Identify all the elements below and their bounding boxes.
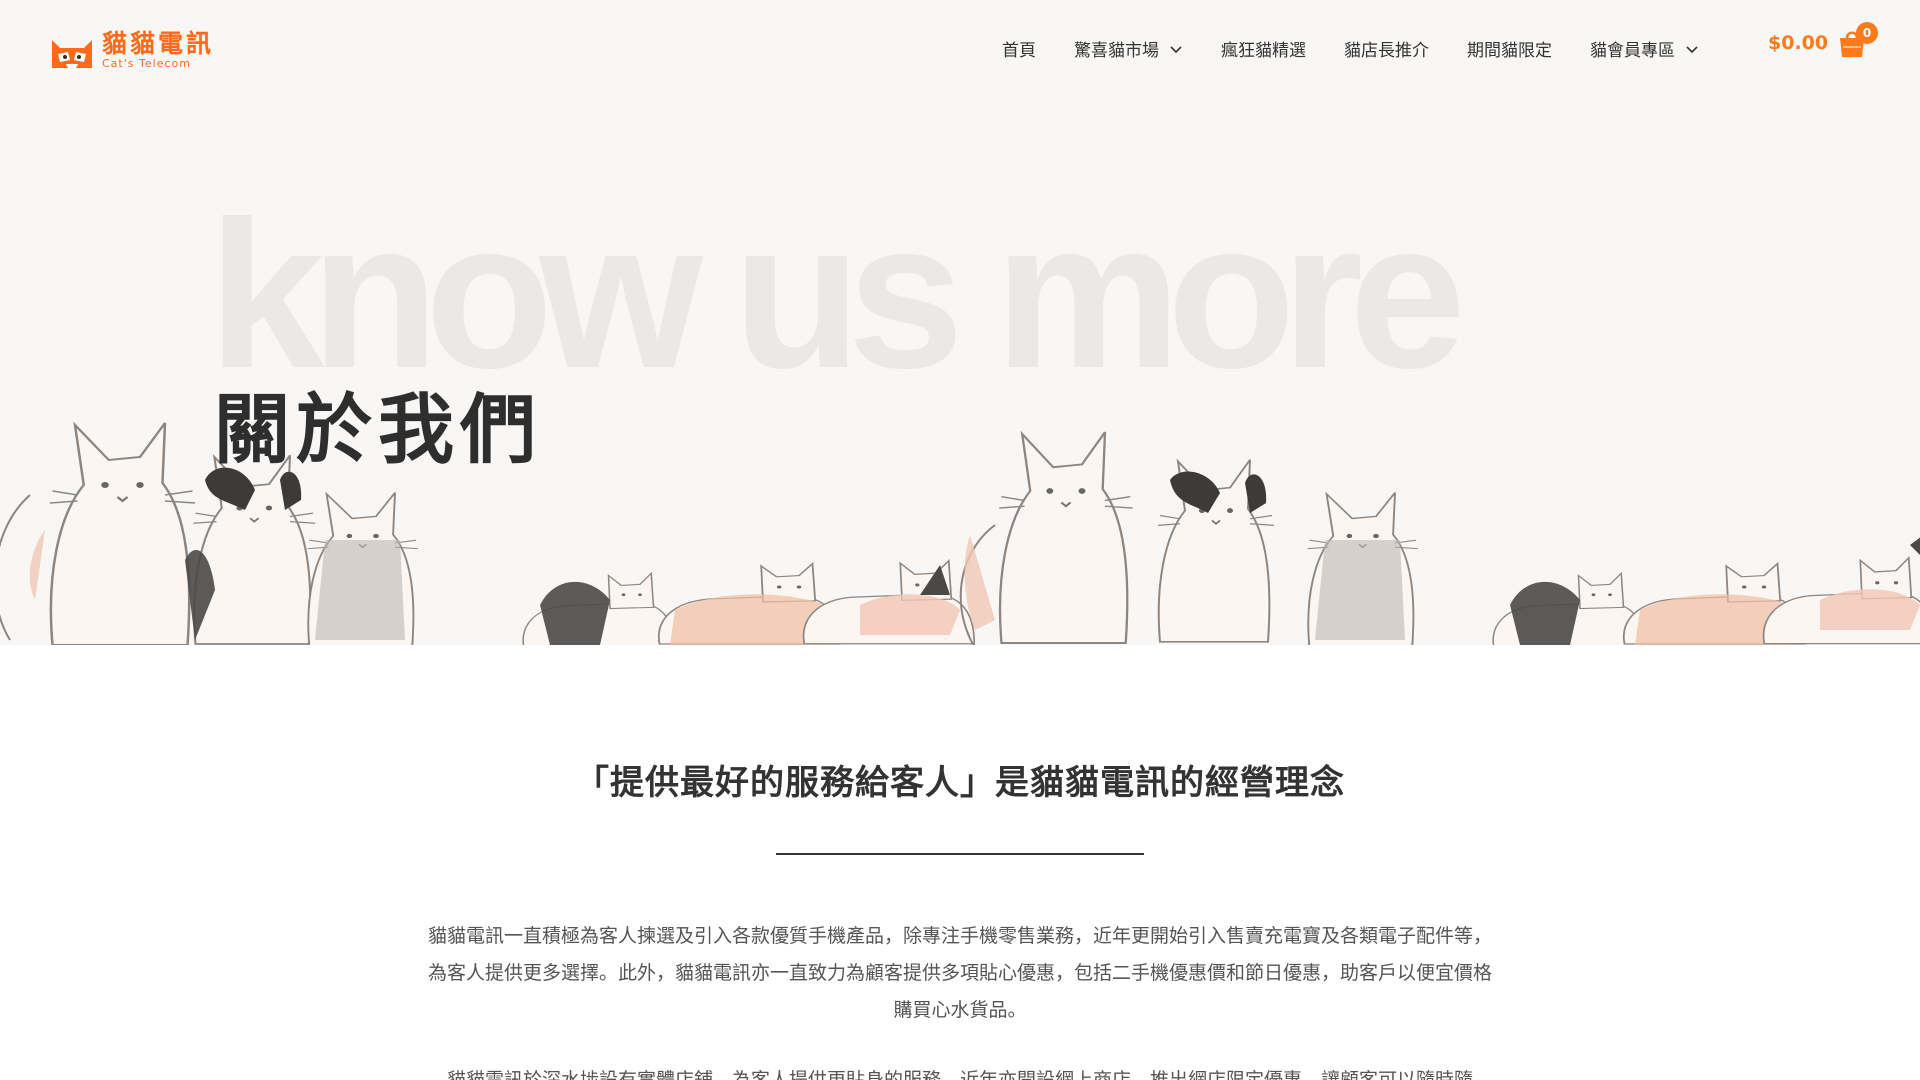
nav-item-manager-recommend[interactable]: 貓店長推介 [1344, 36, 1429, 61]
nav-item-home[interactable]: 首頁 [1002, 36, 1036, 61]
cat-logo-icon [52, 40, 92, 68]
nav-item-label: 驚喜貓市場 [1074, 41, 1159, 61]
mission-heading: 「提供最好的服務給客人」是貓貓電訊的經營理念 [575, 763, 1345, 803]
about-paragraph: 貓貓電訊一直積極為客人揀選及引入各款優質手機產品，除專注手機零售業務，近年更開始… [427, 925, 1492, 1021]
main-navigation: 首頁 驚喜貓市場 瘋狂貓精選 貓店長推介 期間貓限定 貓會員專區 [1002, 36, 1737, 61]
chevron-down-icon [1170, 45, 1182, 53]
nav-item-surprise-market[interactable]: 驚喜貓市場 [1074, 36, 1183, 61]
nav-item-crazy-picks[interactable]: 瘋狂貓精選 [1221, 36, 1306, 61]
heading-divider [776, 853, 1144, 855]
cart-button[interactable]: $0.00 [1768, 28, 1866, 58]
nav-item-label: 瘋狂貓精選 [1221, 41, 1306, 61]
logo-english-name: Cat's Telecom [102, 57, 191, 70]
logo-chinese-name: 貓貓電訊 [102, 29, 215, 58]
page-title: 關於我們 [214, 385, 542, 474]
nav-item-member-area[interactable]: 貓會員專區 [1590, 36, 1699, 61]
nav-item-label: 期間貓限定 [1467, 41, 1552, 61]
nav-item-limited-time[interactable]: 期間貓限定 [1467, 36, 1552, 61]
cart-total: $0.00 [1768, 32, 1829, 54]
nav-item-label: 首頁 [1002, 41, 1036, 61]
cart-count-badge: 0 [1856, 22, 1878, 44]
nav-item-label: 貓店長推介 [1344, 41, 1429, 61]
about-paragraph: 貓貓電訊於深水埗設有實體店鋪，為客人提供更貼身的服務，近年亦開設網上商店，推出網… [446, 1069, 1473, 1080]
site-header: 貓貓電訊 Cat's Telecom 首頁 驚喜貓市場 瘋狂貓精選 貓店長推介 … [0, 0, 1920, 100]
site-logo[interactable]: 貓貓電訊 Cat's Telecom [48, 30, 214, 70]
nav-item-label: 貓會員專區 [1590, 41, 1675, 61]
chevron-down-icon [1686, 45, 1698, 53]
